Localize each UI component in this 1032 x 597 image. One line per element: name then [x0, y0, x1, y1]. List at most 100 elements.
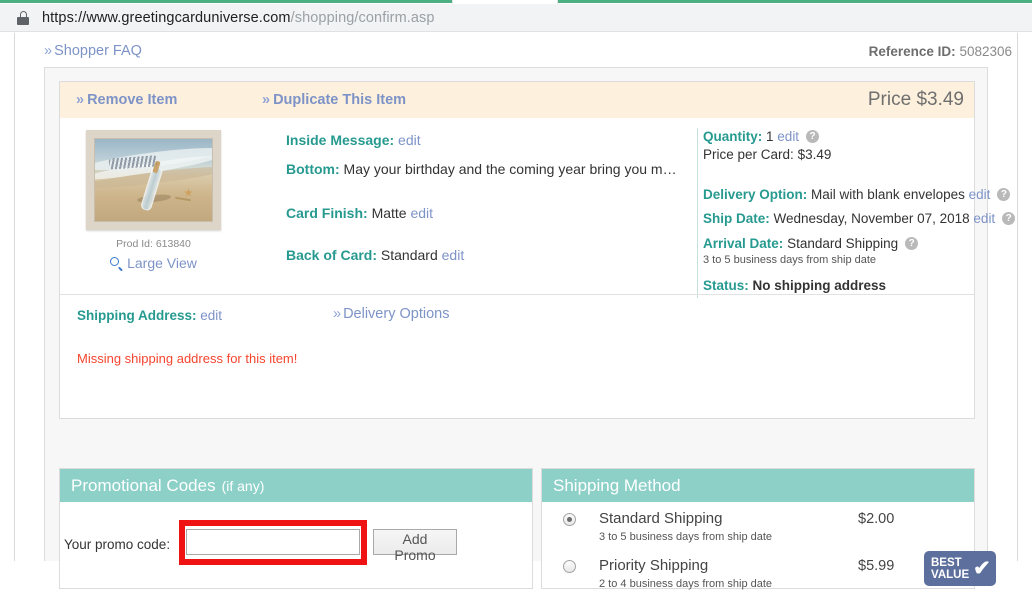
- missing-address-error: Missing shipping address for this item!: [77, 351, 298, 366]
- promo-panel-title: Promotional Codes: [71, 475, 216, 495]
- best-value-badge: BEST VALUE ✔: [924, 551, 996, 586]
- arrival-date-value: Standard Shipping: [787, 236, 899, 251]
- remove-item-label: Remove Item: [87, 92, 178, 108]
- shipping-option-standard[interactable]: Standard Shipping 3 to 5 business days f…: [542, 510, 974, 550]
- quantity-edit-link[interactable]: edit: [777, 128, 799, 145]
- guillemet-icon: »: [76, 92, 85, 108]
- inside-message-label: Inside Message:: [286, 132, 395, 148]
- guillemet-icon: »: [333, 306, 342, 322]
- reference-id: Reference ID: 5082306: [869, 44, 1012, 59]
- promo-panel-header: Promotional Codes (if any): [60, 469, 532, 502]
- promotional-codes-panel: Promotional Codes (if any) Your promo co…: [59, 468, 533, 589]
- reference-id-value: 5082306: [959, 44, 1012, 59]
- radio-priority-shipping[interactable]: [563, 560, 576, 573]
- status-label: Status:: [703, 278, 749, 293]
- shipping-address-row: Shipping Address: edit: [77, 308, 222, 323]
- card-finish-row: Card Finish: Matte edit: [286, 204, 433, 222]
- card-finish-value: Matte: [371, 205, 407, 221]
- page-top-row: » Shopper FAQ Reference ID: 5082306: [44, 43, 1012, 65]
- card-finish-edit-link[interactable]: edit: [410, 205, 433, 221]
- back-of-card-label: Back of Card:: [286, 247, 378, 263]
- shipping-option-priority[interactable]: Priority Shipping 2 to 4 business days f…: [542, 551, 996, 597]
- bottom-message-value: May your birthday and the coming year br…: [343, 161, 677, 177]
- thumbnail-column: Prod Id: 613840 Large View: [76, 130, 233, 272]
- shipping-method-panel: Shipping Method Standard Shipping 3 to 5…: [541, 468, 996, 590]
- back-of-card-row: Back of Card: Standard edit: [286, 246, 464, 264]
- order-shell: » Remove Item » Duplicate This Item Price …: [44, 67, 1016, 590]
- shopper-faq-label: Shopper FAQ: [54, 43, 142, 59]
- remove-item-link[interactable]: » Remove Item: [76, 92, 177, 108]
- card-finish-label: Card Finish:: [286, 205, 368, 221]
- duplicate-item-link[interactable]: » Duplicate This Item: [262, 92, 406, 108]
- quantity-label: Quantity:: [703, 129, 763, 144]
- checkmark-icon: ✔: [973, 557, 991, 580]
- back-of-card-value: Standard: [380, 247, 438, 263]
- card-fold-edge: [219, 132, 233, 234]
- delivery-options-link[interactable]: » Delivery Options: [333, 306, 449, 322]
- shipping-option-price: $2.00: [858, 511, 895, 527]
- promo-code-label: Your promo code:: [64, 537, 171, 552]
- promo-panel-subtitle: (if any): [221, 477, 265, 494]
- ship-date-row: Ship Date: Wednesday, November 07, 2018 …: [703, 210, 1016, 227]
- order-item-card: » Remove Item » Duplicate This Item Price …: [59, 81, 1016, 419]
- add-promo-button[interactable]: Add Promo: [373, 529, 457, 563]
- quantity-row: Quantity: 1 edit?: [703, 128, 820, 145]
- lock-icon[interactable]: [17, 10, 29, 25]
- page-content: » Shopper FAQ Reference ID: 5082306 » Remo…: [0, 33, 1032, 590]
- shipping-address-label: Shipping Address:: [77, 308, 197, 323]
- status-value: No shipping address: [752, 278, 887, 293]
- delivery-option-value: Mail with blank envelopes: [811, 187, 965, 202]
- ship-date-edit-link[interactable]: edit: [973, 210, 995, 227]
- arrival-date-help-icon[interactable]: ?: [905, 237, 919, 250]
- delivery-options-label: Delivery Options: [343, 306, 450, 322]
- shipping-panel-header: Shipping Method: [542, 469, 974, 502]
- delivery-option-help-icon[interactable]: ?: [997, 188, 1011, 201]
- status-row: Status: No shipping address: [703, 277, 886, 294]
- delivery-option-edit-link[interactable]: edit: [969, 186, 991, 203]
- price-per-card-value: $3.49: [797, 147, 832, 162]
- shopper-faq-link[interactable]: » Shopper FAQ: [44, 43, 142, 59]
- shipping-option-price: $5.99: [858, 558, 895, 574]
- bottom-message-label: Bottom:: [286, 161, 340, 177]
- item-body: Prod Id: 613840 Large View Inside Messag…: [60, 118, 1016, 298]
- large-view-label: Large View: [127, 255, 197, 271]
- guillemet-icon: »: [44, 43, 53, 59]
- best-value-line1: BEST: [931, 556, 962, 569]
- reference-id-label: Reference ID:: [868, 44, 956, 59]
- inside-message-edit-link[interactable]: edit: [398, 132, 421, 148]
- ship-date-label: Ship Date:: [703, 211, 770, 226]
- duplicate-item-label: Duplicate This Item: [273, 92, 407, 108]
- ship-date-value: Wednesday, November 07, 2018: [773, 211, 970, 226]
- item-price: Price $3.49: [867, 89, 964, 110]
- url-path: /shopping/confirm.asp: [290, 9, 435, 26]
- price-per-card-row: Price per Card: $3.49: [703, 146, 831, 163]
- browser-address-bar[interactable]: https://www.greetingcarduniverse.com/sho…: [0, 4, 1032, 32]
- shipping-address-edit-link[interactable]: edit: [200, 308, 222, 323]
- url-text: https://www.greetingcarduniverse.com/sho…: [42, 10, 435, 26]
- item-header-bar: » Remove Item » Duplicate This Item Price …: [60, 82, 974, 118]
- section-divider: [60, 294, 974, 295]
- card-artwork: [94, 138, 213, 222]
- card-thumbnail-image[interactable]: [86, 130, 233, 234]
- column-divider: [697, 128, 698, 298]
- magnifier-icon: [110, 256, 123, 272]
- url-origin: https://www.greetingcarduniverse.com: [42, 9, 291, 26]
- page-left-border: [14, 33, 15, 561]
- shipping-panel-title: Shipping Method: [553, 475, 681, 495]
- shipping-address-section: Shipping Address: edit » Delivery Options…: [61, 306, 974, 418]
- quantity-value: 1: [766, 129, 774, 144]
- promo-code-input[interactable]: [186, 529, 360, 555]
- tabstrip-accent-right: [558, 0, 1032, 3]
- shipping-options-list: Standard Shipping 3 to 5 business days f…: [542, 502, 996, 590]
- back-of-card-edit-link[interactable]: edit: [442, 247, 465, 263]
- bottom-message-row: Bottom: May your birthday and the coming…: [286, 160, 677, 178]
- delivery-option-label: Delivery Option:: [703, 187, 808, 202]
- product-id: Prod Id: 613840: [116, 238, 191, 250]
- promo-panel-body: Your promo code: Add Promo: [60, 502, 532, 588]
- price-per-card-label: Price per Card:: [703, 147, 794, 162]
- radio-standard-shipping[interactable]: [563, 513, 576, 526]
- quantity-help-icon[interactable]: ?: [806, 130, 820, 143]
- large-view-link[interactable]: Large View: [76, 255, 231, 272]
- ship-date-help-icon[interactable]: ?: [1002, 212, 1016, 225]
- shipping-option-name: Standard Shipping: [599, 510, 723, 527]
